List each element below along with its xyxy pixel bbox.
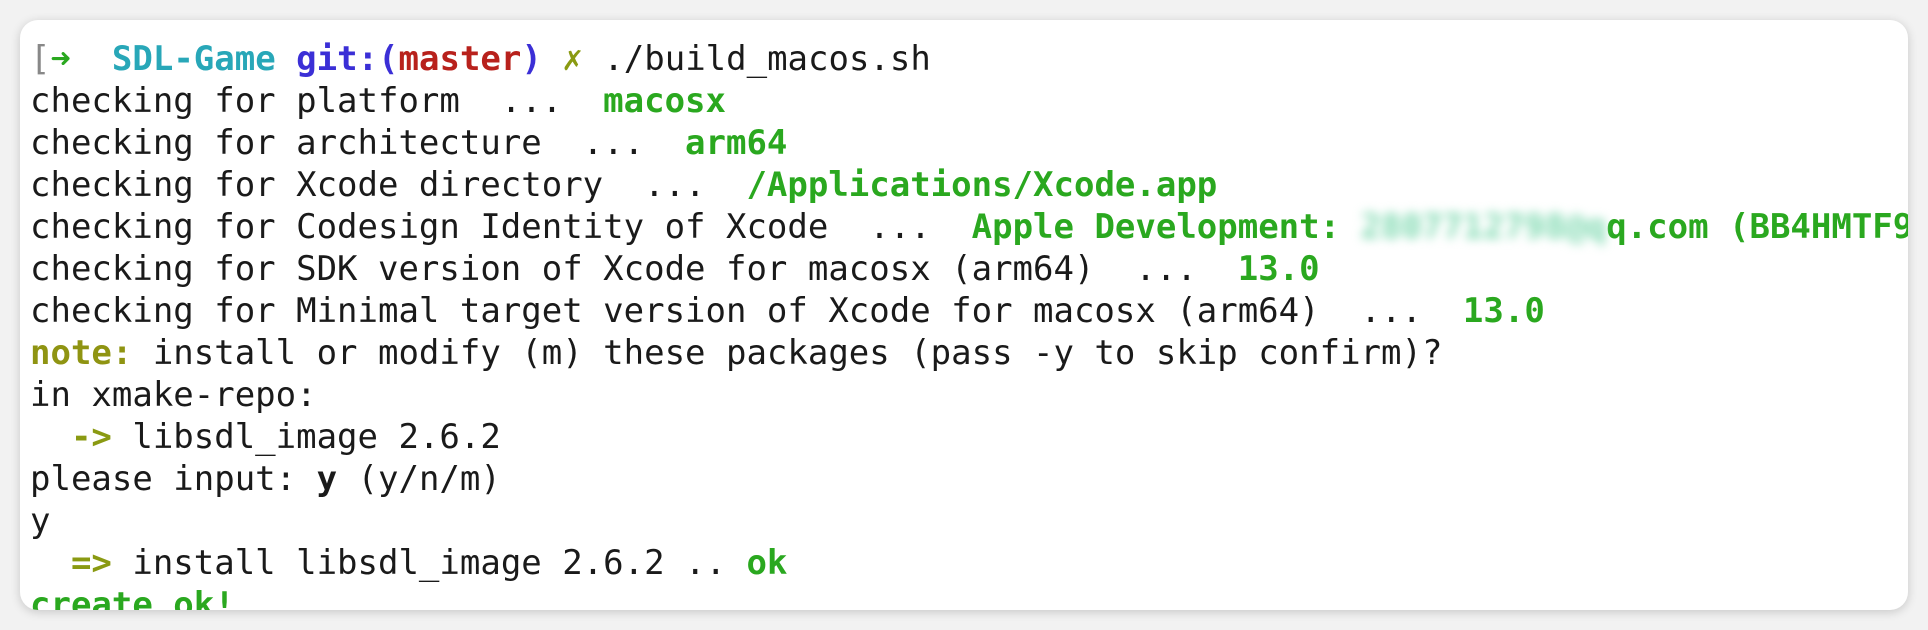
check-min-target-line: checking for Minimal target version of X… [30, 290, 1896, 332]
check-codesign-line: checking for Codesign Identity of Xcode … [30, 206, 1908, 248]
prompt-git-label: git: [296, 39, 379, 79]
package-arrow-icon: -> [30, 417, 112, 457]
input-prompt-default: y [316, 459, 338, 499]
install-text: install libsdl_image 2.6.2 .. [111, 543, 747, 583]
note-label: note: [30, 333, 133, 373]
repo-line: in xmake-repo: [30, 375, 317, 415]
check-codesign-value: Apple Development: [971, 207, 1361, 247]
check-min-target-label: Minimal target version of Xcode for maco… [296, 291, 1320, 331]
check-separator: ... [828, 207, 972, 247]
user-input-line: y [30, 501, 51, 541]
check-arch-value: arm64 [685, 123, 788, 163]
check-sdk-label: SDK version of Xcode for macosx (arm64) [296, 249, 1095, 289]
cursor-bracket-icon: [ [30, 39, 51, 79]
prompt-close-paren: ) [521, 39, 542, 79]
check-separator: ... [541, 123, 686, 163]
redacted-email: 2807712798@q [1360, 207, 1607, 247]
check-codesign-label: Codesign Identity of Xcode [296, 207, 829, 247]
check-arch-line: checking for architecture ... arm64 [30, 122, 1896, 164]
check-separator: ... [459, 81, 604, 121]
check-prefix: checking for [30, 207, 297, 247]
prompt-directory: SDL-Game [111, 39, 276, 79]
package-text: libsdl_image 2.6.2 [111, 417, 501, 457]
check-xcode-dir-line: checking for Xcode directory ... /Applic… [30, 164, 1896, 206]
package-line: -> libsdl_image 2.6.2 [30, 416, 1896, 458]
check-prefix: checking for [30, 249, 297, 289]
prompt-dirty-icon: ✗ [562, 39, 583, 79]
check-platform-line: checking for platform ... macosx [30, 80, 1896, 122]
check-prefix: checking for [30, 291, 297, 331]
note-line: note: install or modify (m) these packag… [30, 332, 1896, 374]
prompt-open-paren: ( [378, 39, 399, 79]
shell-prompt-line: [➜ SDL-Game git:(master) ✗ ./build_macos… [30, 38, 1896, 80]
check-prefix: checking for [30, 81, 297, 121]
install-line: => install libsdl_image 2.6.2 .. ok [30, 542, 1896, 584]
final-status-line: create ok! [30, 585, 235, 610]
install-arrow-icon: => [30, 543, 112, 583]
input-prompt-line: please input: y (y/n/m) [30, 458, 1896, 500]
prompt-command: ./build_macos.sh [603, 39, 931, 79]
check-xcode-dir-value: /Applications/Xcode.app [746, 165, 1218, 205]
check-prefix: checking for [30, 165, 297, 205]
note-text: install or modify (m) these packages (pa… [132, 333, 1443, 373]
prompt-arrow-icon: ➜ [50, 39, 71, 79]
check-platform-label: platform [296, 81, 460, 121]
check-min-target-value: 13.0 [1462, 291, 1545, 331]
check-xcode-dir-label: Xcode directory [296, 165, 604, 205]
input-prompt-text: please input: [30, 459, 317, 499]
check-separator: ... [1319, 291, 1463, 331]
install-status: ok [746, 543, 788, 583]
check-prefix: checking for [30, 123, 297, 163]
check-arch-label: architecture [296, 123, 542, 163]
check-sdk-value: 13.0 [1237, 249, 1320, 289]
check-sdk-line: checking for SDK version of Xcode for ma… [30, 248, 1896, 290]
input-prompt-options: (y/n/m) [337, 459, 501, 499]
check-separator: ... [603, 165, 747, 205]
check-separator: ... [1094, 249, 1238, 289]
terminal-window[interactable]: [➜ SDL-Game git:(master) ✗ ./build_macos… [20, 20, 1908, 610]
prompt-branch: master [398, 39, 522, 79]
check-platform-value: macosx [603, 81, 726, 121]
check-codesign-value-end: q.com (BB4HMTF99A) [1606, 207, 1908, 247]
